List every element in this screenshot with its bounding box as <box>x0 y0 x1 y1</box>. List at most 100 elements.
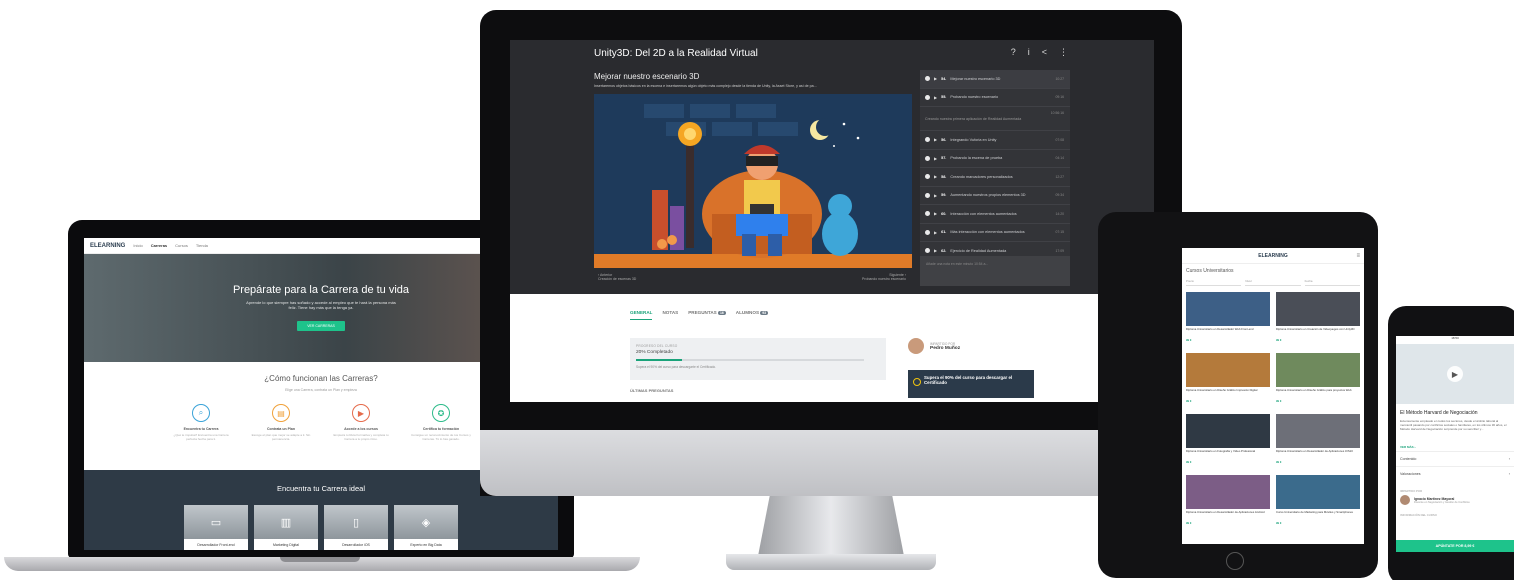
lesson-item[interactable]: ▶ 57. Probando la escena de prueba 04:14 <box>920 150 1070 168</box>
progress-value: 20% Completado <box>636 350 673 355</box>
lesson-title: Más interacción con elementos aumentados <box>950 230 1025 235</box>
lesson-title: Aumentando nuestros propios elementos 3D <box>950 193 1026 198</box>
lesson-list: ▶ 54. Mejorar nuestro escenario 3D 10:27 ▶ 55… <box>920 70 1070 261</box>
career-card[interactable]: ▭ Desarrollador Front-end <box>184 505 248 550</box>
checkbox-icon[interactable] <box>925 174 930 180</box>
phone-video[interactable]: ▶ <box>1396 344 1514 404</box>
career-card[interactable]: ◈ Experto en Big Data <box>394 505 458 550</box>
lesson-section[interactable]: Creando nuestra primera aplicación de Re… <box>920 107 1070 131</box>
step-item[interactable]: ▶ Accede a los cursos Empieza tu Ruta Form… <box>331 404 391 441</box>
career-card[interactable]: ▥ Marketing Digital <box>254 505 318 550</box>
player-area: Unity3D: Del 2D a la Realidad Virtual ? … <box>510 40 1154 294</box>
course-card[interactable]: Diploma Universitario en Diseño Gráfico … <box>1186 353 1270 410</box>
lesson-item[interactable]: ▶ 54. Mejorar nuestro escenario 3D 10:27 <box>920 70 1070 89</box>
enroll-button[interactable]: APÚNTATE POR 8,99 € <box>1396 540 1514 552</box>
checkbox-icon[interactable] <box>925 211 930 217</box>
tab-alumnos[interactable]: ALUMNOS 93 <box>736 310 769 320</box>
tablet-logo[interactable]: ELEARNING <box>1258 253 1287 259</box>
tab-preguntas[interactable]: PREGUNTAS 16 <box>688 310 726 320</box>
checkbox-icon[interactable] <box>925 192 930 198</box>
lesson-item[interactable]: ▶ 59. Aumentando nuestros propios elemento… <box>920 187 1070 205</box>
next-lesson-link[interactable]: Siguiente › Probando nuestro escenario <box>810 273 906 281</box>
course-card[interactable]: Diploma Universitario en Fotografía y Ví… <box>1186 414 1270 471</box>
tab-general[interactable]: GENERAL <box>630 310 653 320</box>
tab-notas[interactable]: NOTAS <box>662 310 678 320</box>
nav-item-tienda[interactable]: Tienda <box>196 243 208 248</box>
lesson-duration: 04:14 <box>1055 156 1065 161</box>
lesson-title: Probando la escena de prueba <box>950 156 1003 161</box>
chart-icon: ▥ <box>254 505 318 539</box>
monitor-chin <box>480 430 1182 496</box>
step-desc: Empieza tu Ruta Formativa y completa tu … <box>333 433 389 441</box>
lesson-item[interactable]: ▶ 58. Creando marcadores personalizados 12:… <box>920 168 1070 187</box>
checkbox-icon[interactable] <box>925 76 930 82</box>
play-icon: ▶ <box>934 174 938 180</box>
course-card[interactable]: Diploma Universitario en Creación de Vid… <box>1276 292 1360 349</box>
video-player[interactable] <box>594 94 912 268</box>
step-item[interactable]: ✪ Certifica tu formación Consigue un recon… <box>411 404 471 441</box>
course-card[interactable]: Diploma Universitario en Desarrollador W… <box>1186 292 1270 349</box>
see-more-link[interactable]: VER MÁS › <box>1396 443 1514 451</box>
lesson-number: 62. <box>941 248 947 253</box>
lesson-item[interactable]: ▶ 61. Más interacción con elementos aument… <box>920 224 1070 242</box>
play-icon[interactable]: ▶ <box>1447 366 1463 382</box>
career-card[interactable]: ▯ Desarrollador iOS <box>324 505 388 550</box>
chevron-right-icon: › <box>1508 457 1510 461</box>
course-thumbnail <box>1276 353 1360 387</box>
step-desc: Escoge el plan que mejor se adapte a ti.… <box>251 433 311 441</box>
help-icon[interactable]: ? <box>1011 47 1016 58</box>
course-card[interactable]: Diploma Universitario en Desarrollador d… <box>1186 475 1270 532</box>
checkbox-icon[interactable] <box>925 248 930 254</box>
course-price: 99 € <box>1186 521 1192 525</box>
nav-item-inicio[interactable]: Inicio <box>133 243 142 248</box>
note-input[interactable]: Añade una nota en este minuto 10:54 a... <box>920 256 1070 286</box>
course-card[interactable]: Diploma Universitario en Desarrollador d… <box>1276 414 1360 471</box>
step-item[interactable]: ▤ Contrata un Plan Escoge el plan que mejo… <box>251 404 311 441</box>
instructor-name[interactable]: Pedro Muñoz <box>930 346 960 351</box>
lesson-title: Ejercicio de Realidad Aumentada <box>950 248 1007 253</box>
row-content[interactable]: Contenido › <box>1396 451 1514 466</box>
row-ratings-label: Valoraciones <box>1400 472 1421 476</box>
share-icon[interactable]: < <box>1042 47 1047 58</box>
checkbox-icon[interactable] <box>925 137 930 143</box>
prev-lesson-link[interactable]: ‹ Anterior Creación de escenas 3D <box>598 273 636 281</box>
hamburger-icon[interactable]: ≡ <box>1356 253 1360 259</box>
lesson-item[interactable]: ▶ 55. Probando nuestro escenario 09:16 <box>920 89 1070 107</box>
plan-icon: ▤ <box>272 404 290 422</box>
course-card[interactable]: Diploma Universitario en Diseño Gráfico … <box>1276 353 1360 410</box>
filter-level[interactable]: Nivel <box>1245 279 1301 286</box>
play-icon: ▶ <box>352 404 370 422</box>
tablet-screen: ELEARNING ≡ Cursos Universitarios Precio… <box>1182 248 1364 544</box>
nav-item-carreras[interactable]: Carreras <box>151 243 167 248</box>
lesson-number: 60. <box>941 211 947 216</box>
nav-item-cursos[interactable]: Cursos <box>175 243 188 248</box>
next-sub: Probando nuestro escenario <box>862 277 906 281</box>
checkbox-icon[interactable] <box>925 94 930 100</box>
course-price: 99 € <box>1186 338 1192 342</box>
monitor-screen: Unity3D: Del 2D a la Realidad Virtual ? … <box>510 40 1154 402</box>
course-info-label: INFORMACIÓN DEL CURSO <box>1400 513 1437 517</box>
lesson-item[interactable]: ▶ 60. Interacción con elementos aumentados… <box>920 205 1070 224</box>
certificate-button[interactable]: Supera el 90% del curso para descargar e… <box>908 370 1034 398</box>
step-item[interactable]: ⌕ Encuentra tu Carrera ¿Qué te impulsa? En… <box>171 404 231 441</box>
lesson-duration: 07:15 <box>1055 230 1065 235</box>
lesson-item[interactable]: ▶ 56. Integrando Vuforia en Unity 07:08 <box>920 131 1070 150</box>
filter-price[interactable]: Precio <box>1186 279 1242 286</box>
more-icon[interactable]: ⋮ <box>1059 47 1068 58</box>
step-desc: Consigue un reconocimiento de tus Cursos… <box>411 433 471 441</box>
filter-date[interactable]: Fecha <box>1304 279 1360 286</box>
tablet-home-button[interactable] <box>1226 552 1244 570</box>
row-ratings[interactable]: Valoraciones › <box>1396 466 1514 481</box>
checkbox-icon[interactable] <box>925 229 930 235</box>
info-icon[interactable]: i <box>1028 47 1030 58</box>
phone-instructor-role: Docente en Negociación y Gestión de Conf… <box>1414 500 1470 504</box>
tab-label: PREGUNTAS <box>688 310 717 315</box>
course-card[interactable]: Curso Universitario de Marketing para Mó… <box>1276 475 1360 532</box>
course-title: Diploma Universitario en Desarrollador d… <box>1276 450 1353 453</box>
course-price: 99 € <box>1186 460 1192 464</box>
phone-instructor[interactable]: Ignacio Martínez Mayoral Docente en Nego… <box>1396 495 1514 505</box>
hero-button[interactable]: VER CARRERAS <box>297 321 345 331</box>
laptop-notch <box>280 557 360 562</box>
checkbox-icon[interactable] <box>925 155 930 161</box>
laptop-logo[interactable]: ELEARNING <box>90 243 125 249</box>
